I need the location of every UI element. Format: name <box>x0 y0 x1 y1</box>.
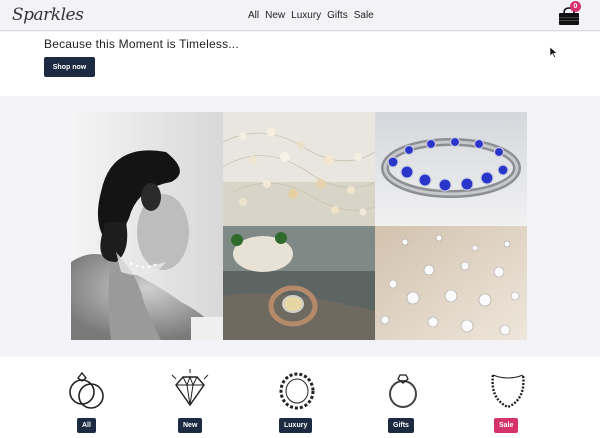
cart-count-badge: 0 <box>570 1 581 12</box>
category-sale-button[interactable]: Sale <box>494 418 519 433</box>
gallery-image-diamonds[interactable] <box>375 226 527 340</box>
necklace-icon <box>491 374 525 409</box>
logo[interactable]: Sparkles <box>12 0 84 31</box>
nav-new[interactable]: New <box>265 10 285 21</box>
ring-icon <box>389 374 417 408</box>
gallery-image-pearls[interactable] <box>223 112 375 226</box>
page: Sparkles All New Luxury Gifts Sale 0 Bec… <box>0 0 600 438</box>
category-new-button[interactable]: New <box>178 418 203 433</box>
logo-text: Sparkles <box>12 5 84 25</box>
gallery-image-portrait[interactable] <box>71 112 223 340</box>
category-sale[interactable]: Sale <box>478 357 538 438</box>
hero-banner: Because this Moment is Timeless... Shop … <box>0 32 600 96</box>
hero-title: Because this Moment is Timeless... <box>44 37 239 51</box>
category-all-button[interactable]: All <box>77 418 96 433</box>
category-gifts[interactable]: Gifts <box>373 357 433 438</box>
nav-luxury[interactable]: Luxury <box>291 10 321 21</box>
nav-all[interactable]: All <box>248 10 259 21</box>
nav-gifts[interactable]: Gifts <box>327 10 348 21</box>
gallery-image-gold-ring[interactable] <box>223 226 375 340</box>
nav-sale[interactable]: Sale <box>354 10 374 21</box>
shop-now-button[interactable]: Shop now <box>44 57 95 77</box>
category-all[interactable]: All <box>57 357 117 438</box>
category-new[interactable]: New <box>160 357 220 438</box>
product-gallery <box>71 112 527 340</box>
top-header: Sparkles All New Luxury Gifts Sale 0 <box>0 0 600 31</box>
diamond-icon <box>171 369 209 407</box>
category-luxury-button[interactable]: Luxury <box>279 418 313 433</box>
category-bar: All New Luxury Gifts Sale <box>0 357 600 438</box>
category-luxury[interactable]: Luxury <box>267 357 327 438</box>
mouse-cursor-icon <box>550 47 558 58</box>
category-gifts-button[interactable]: Gifts <box>388 418 414 433</box>
rings-icon <box>69 371 104 409</box>
main-nav: All New Luxury Gifts Sale <box>248 0 374 31</box>
bracelet-icon <box>279 372 315 410</box>
gallery-image-sapphire-rings[interactable] <box>375 112 527 226</box>
